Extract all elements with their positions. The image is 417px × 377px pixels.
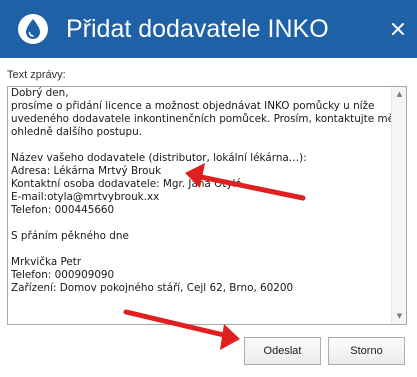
message-textarea[interactable]: Dobrý den, prosíme o přidání licence a m… bbox=[7, 86, 407, 325]
message-label: Text zprávy: bbox=[7, 69, 66, 81]
scroll-up-icon[interactable]: ▲ bbox=[395, 90, 404, 99]
cancel-button[interactable]: Storno bbox=[328, 337, 405, 365]
textarea-scrollbar[interactable]: ▲ ▼ bbox=[391, 87, 406, 324]
message-text[interactable]: Dobrý den, prosíme o přidání licence a m… bbox=[11, 87, 394, 295]
submit-button[interactable]: Odeslat bbox=[244, 337, 321, 365]
scroll-down-icon[interactable]: ▼ bbox=[395, 312, 404, 321]
dialog-title: Přidat dodavatele INKO bbox=[66, 15, 329, 43]
close-icon[interactable] bbox=[391, 22, 405, 36]
water-drop-icon bbox=[18, 14, 48, 44]
dialog-titlebar: Přidat dodavatele INKO bbox=[0, 0, 417, 58]
